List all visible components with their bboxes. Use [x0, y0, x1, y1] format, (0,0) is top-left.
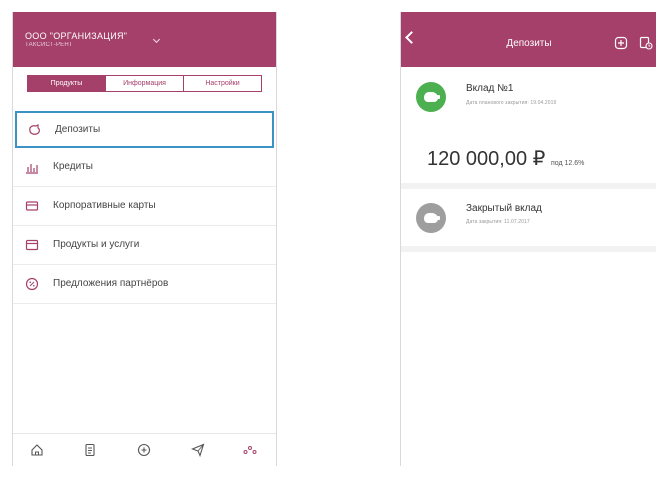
- send-icon[interactable]: [191, 443, 205, 457]
- menu-item-label: Корпоративные карты: [53, 200, 156, 211]
- more-icon[interactable]: [243, 443, 257, 457]
- closed-deposit-subtitle: Дата закрытия: 11.07.2017: [466, 219, 530, 225]
- plus-icon[interactable]: [137, 443, 151, 457]
- menu-item-credits[interactable]: Кредиты: [13, 148, 276, 187]
- menu-item-label: Кредиты: [53, 161, 93, 172]
- history-icon[interactable]: [639, 36, 653, 50]
- bottom-nav: [13, 433, 276, 466]
- menu-item-corporate-cards[interactable]: Корпоративные карты: [13, 187, 276, 226]
- piggy-bank-icon: [29, 124, 40, 135]
- piggy-bank-icon: [416, 203, 446, 233]
- deposit-amount: 120 000,00 ₽ под 12.6%: [427, 146, 584, 171]
- closed-deposit-card[interactable]: Закрытый вклад Дата закрытия: 11.07.2017: [401, 190, 656, 252]
- tab-products[interactable]: Продукты: [28, 76, 105, 91]
- org-header[interactable]: ООО "ОРГАНИЗАЦИЯ" ТАКСИСТ-РЕНТ: [13, 12, 276, 67]
- menu-item-deposits[interactable]: Депозиты: [15, 111, 274, 148]
- tab-bar: Продукты Информация Настройки: [27, 75, 262, 92]
- menu-item-label: Депозиты: [55, 124, 101, 135]
- org-name: ООО "ОРГАНИЗАЦИЯ": [25, 31, 128, 41]
- card-icon: [25, 201, 39, 211]
- deposits-header: Депозиты: [401, 12, 656, 67]
- deposit-subtitle: Дата планового закрытия: 19.04.2019: [466, 100, 557, 106]
- wallet-icon: [25, 239, 39, 251]
- tab-settings[interactable]: Настройки: [183, 76, 261, 91]
- percent-icon: [25, 277, 39, 291]
- tab-information[interactable]: Информация: [105, 76, 183, 91]
- document-icon[interactable]: [83, 443, 97, 457]
- menu-item-partner-offers[interactable]: Предложения партнёров: [13, 265, 276, 304]
- menu-item-label: Предложения партнёров: [53, 278, 169, 289]
- menu-item-label: Продукты и услуги: [53, 239, 140, 250]
- products-screen: ООО "ОРГАНИЗАЦИЯ" ТАКСИСТ-РЕНТ Продукты …: [12, 12, 277, 466]
- chart-icon: [26, 164, 38, 174]
- interest-rate: под 12.6%: [550, 160, 585, 167]
- org-subtitle: ТАКСИСТ-РЕНТ: [25, 42, 73, 48]
- chevron-down-icon[interactable]: [152, 35, 161, 44]
- products-menu: Депозиты Кредиты Корпоративные карты Про…: [13, 111, 276, 304]
- deposit-title: Вклад №1: [466, 83, 514, 94]
- deposits-screen: Депозиты Вклад №1 Дата планового закрыти…: [400, 12, 656, 466]
- menu-item-products-services[interactable]: Продукты и услуги: [13, 226, 276, 265]
- add-icon[interactable]: [614, 36, 628, 50]
- amount-value: 120 000,00 ₽: [427, 148, 546, 170]
- deposit-card[interactable]: Вклад №1 Дата планового закрытия: 19.04.…: [401, 67, 656, 189]
- home-icon[interactable]: [30, 443, 44, 457]
- piggy-bank-icon: [416, 82, 446, 112]
- closed-deposit-title: Закрытый вклад: [466, 203, 542, 214]
